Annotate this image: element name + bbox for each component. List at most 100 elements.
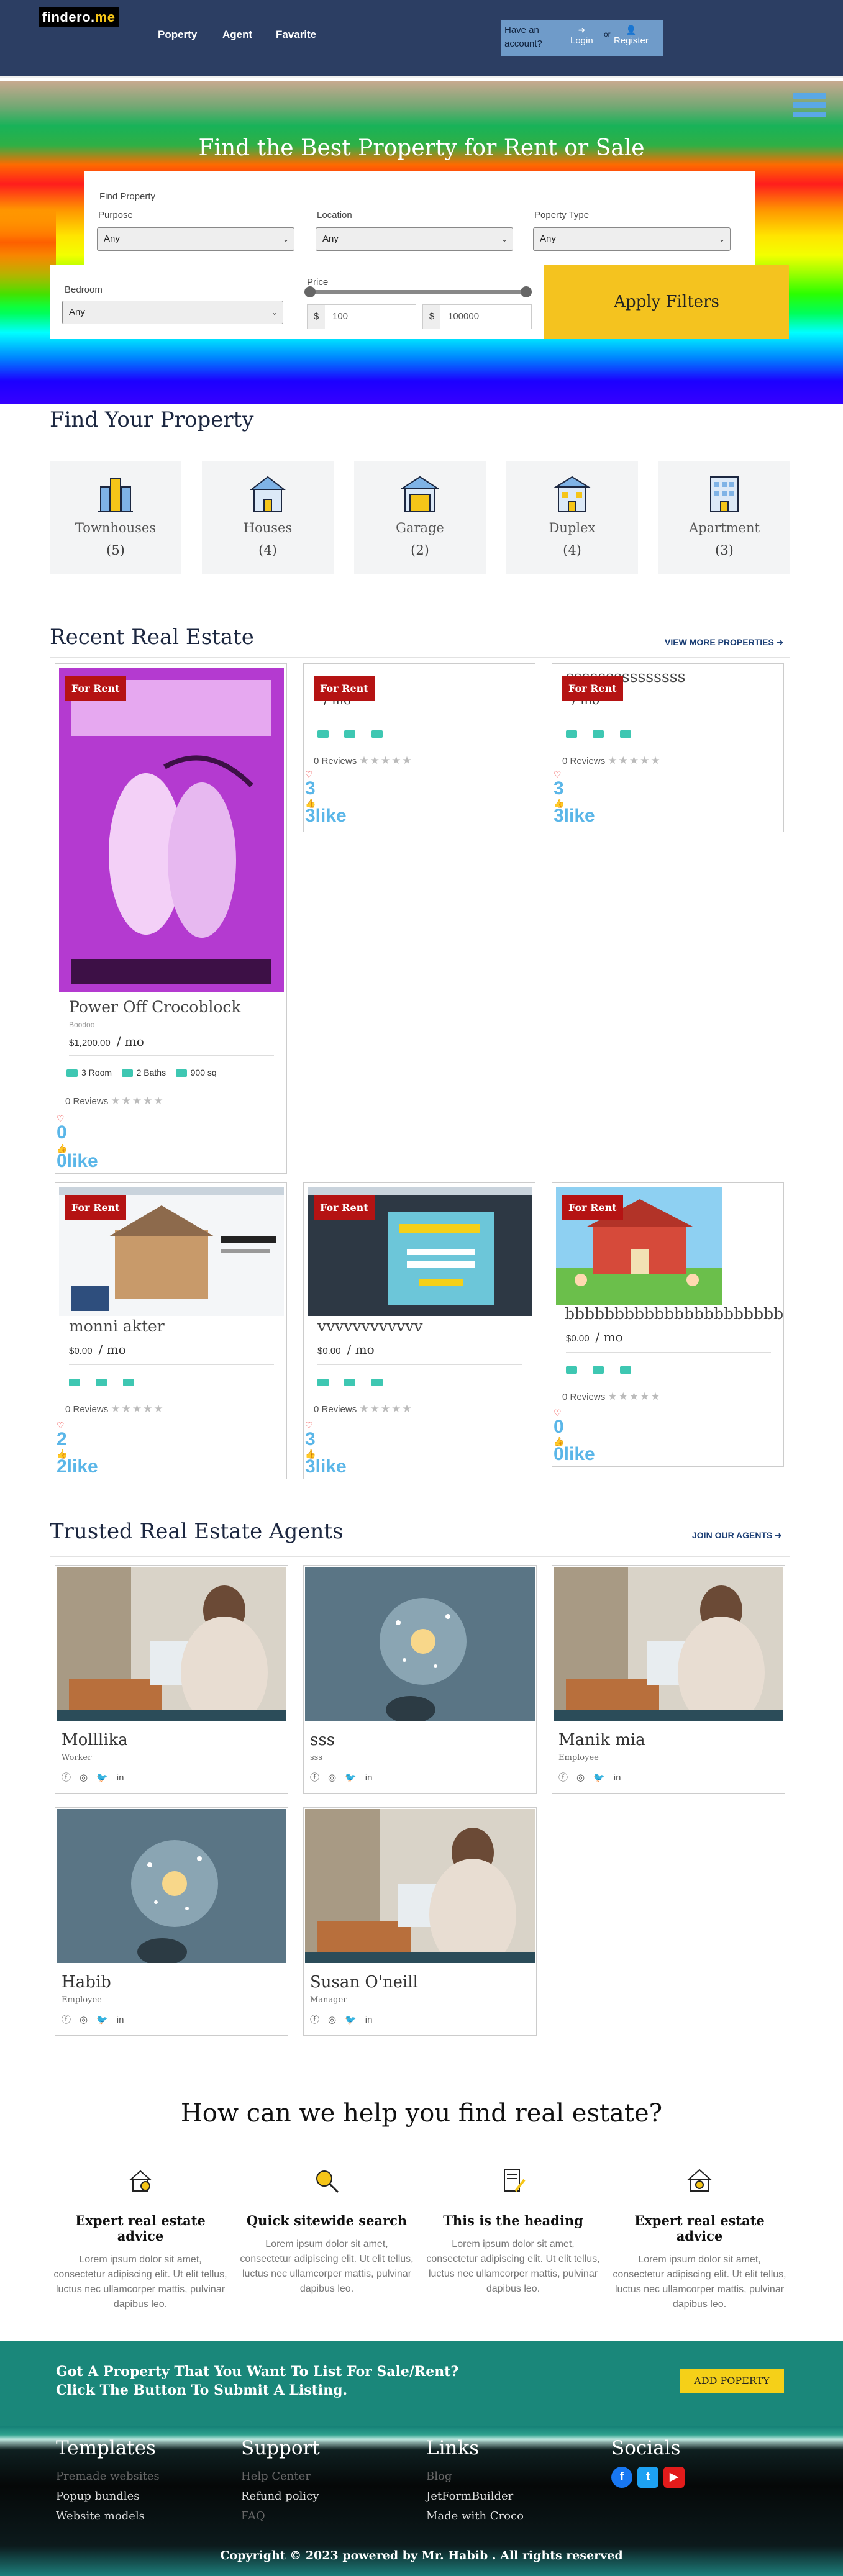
footer-link[interactable]: Popup bundles [56,2487,160,2506]
facebook-icon[interactable]: ⓕ [310,1771,319,1784]
hamburger-menu-icon[interactable] [793,93,826,128]
instagram-icon[interactable]: ◎ [328,1772,336,1783]
footer-heading: Links [426,2437,480,2459]
agent-card[interactable]: Molllika Worker ⓕ ◎ 🐦 in [55,1565,288,1794]
footer-link[interactable]: JetFormBuilder [426,2487,524,2506]
like-count: 2 [57,1429,67,1449]
property-card[interactable]: For Rent Power Off Crocoblock Boodoo $1,… [55,663,287,1174]
agent-card[interactable]: sss sss ⓕ ◎ 🐦 in [303,1565,537,1794]
login-button[interactable]: ➜ Login [570,25,593,46]
auth-box: Have an account? ➜ Login or 👤 Register [501,20,663,56]
likes-label: 2like [57,1456,98,1477]
category-apartment[interactable]: Apartment (3) [658,461,790,574]
category-duplex[interactable]: Duplex (4) [506,461,638,574]
property-price: $0.00/ mo [69,1342,126,1357]
instagram-icon[interactable]: ◎ [576,1772,585,1783]
youtube-icon[interactable]: ▶ [663,2467,685,2488]
twitter-icon[interactable]: t [637,2467,658,2488]
instagram-icon[interactable]: ◎ [80,1772,88,1783]
twitter-icon[interactable]: 🐦 [345,2014,357,2025]
linkedin-icon[interactable]: in [365,1772,373,1783]
apartment-icon [710,476,739,512]
property-features [69,1377,138,1387]
nav-poperty[interactable]: Poperty [158,29,197,41]
facebook-icon[interactable]: ⓕ [62,1771,71,1784]
footer-link[interactable]: Refund policy [241,2487,320,2506]
user-plus-icon: 👤 [626,25,637,35]
instagram-icon[interactable]: ◎ [80,2014,88,2025]
property-title[interactable]: monni akter [69,1317,165,1335]
for-rent-badge: For Rent [562,1195,623,1220]
price-range-slider[interactable] [304,286,532,297]
twitter-icon[interactable]: 🐦 [593,1772,605,1783]
join-our-agents-link[interactable]: JOIN OUR AGENTS ➜ [692,1530,782,1541]
agent-name[interactable]: Manik mia [558,1731,645,1749]
duplex-icon [554,476,591,512]
view-more-properties-link[interactable]: VIEW MORE PROPERTIES ➜ [665,637,783,648]
agent-card[interactable]: Manik mia Employee ⓕ ◎ 🐦 in [552,1565,785,1794]
property-features [566,1364,635,1374]
facebook-icon[interactable]: ⓕ [62,2013,71,2026]
instagram-icon[interactable]: ◎ [328,2014,336,2025]
property-title[interactable]: vvvvvvvvvvvv [317,1317,422,1335]
reviews: 0 Reviews ★★★★★ [65,1403,165,1415]
apply-filters-button[interactable]: Apply Filters [544,265,789,339]
price-min-handle[interactable] [304,286,316,297]
agent-card[interactable]: Susan O'neill Manager ⓕ ◎ 🐦 in [303,1807,537,2036]
location-select[interactable]: Any ⌄ [316,227,513,251]
linkedin-icon[interactable]: in [614,1772,621,1783]
like-count: 3 [554,778,564,799]
footer-link[interactable]: Made with Croco [426,2506,524,2526]
for-rent-badge: For Rent [314,676,375,701]
category-houses[interactable]: Houses (4) [202,461,334,574]
agent-name[interactable]: Molllika [62,1731,128,1749]
cta-text: Got A Property That You Want To List For… [56,2364,459,2398]
price-max-handle[interactable] [521,286,532,297]
agent-role: sss [310,1753,323,1762]
twitter-icon[interactable]: 🐦 [96,2014,108,2025]
twitter-icon[interactable]: 🐦 [345,1772,357,1783]
footer-link[interactable]: Blog [426,2467,524,2487]
linkedin-icon[interactable]: in [117,1772,124,1783]
purpose-select[interactable]: Any ⌄ [97,227,294,251]
register-button[interactable]: 👤 Register [614,25,649,46]
add-property-button[interactable]: ADD POPERTY [680,2369,784,2393]
agent-name[interactable]: Susan O'neill [310,1973,418,1992]
footer-link[interactable]: FAQ [241,2506,320,2526]
filter-panel: Find Property Purpose Any ⌄ Location Any ⌄… [84,171,755,265]
facebook-icon[interactable]: f [611,2467,632,2488]
property-title[interactable]: bbbbbbbbbbbbbbbbbbbbbb [565,1305,783,1323]
footer-link[interactable]: Premade websites [56,2467,160,2487]
property-card[interactable]: / mo For Rent 0 Reviews ★★★★★ ♡ 3 👍 3lik… [303,663,535,832]
property-card[interactable]: For Rent vvvvvvvvvvvv $0.00/ mo 0 Review… [303,1182,535,1479]
category-garage[interactable]: Garage (2) [354,461,486,574]
site-logo[interactable]: findero.me [39,7,119,27]
nav-favarite[interactable]: Favarite [276,29,316,41]
twitter-icon[interactable]: 🐦 [96,1772,108,1783]
category-townhouses[interactable]: Townhouses (5) [50,461,181,574]
property-type-select[interactable]: Any ⌄ [533,227,731,251]
property-card[interactable]: For Rent monni akter $0.00/ mo 0 Reviews… [55,1182,287,1479]
star-rating: ★★★★★ [608,1390,662,1402]
price-min-input[interactable]: $100 [307,304,416,329]
footer-link[interactable]: Website models [56,2506,160,2526]
divider [69,1364,274,1365]
facebook-icon[interactable]: ⓕ [310,2013,319,2026]
area-icon [175,1069,187,1077]
property-title[interactable]: Power Off Crocoblock [69,998,241,1016]
bedroom-select[interactable]: Any ⌄ [62,301,283,324]
bedroom-label: Bedroom [65,284,103,295]
linkedin-icon[interactable]: in [365,2015,373,2025]
agent-card[interactable]: Habib Employee ⓕ ◎ 🐦 in [55,1807,288,2036]
property-card[interactable]: sssssssssssssss / mo For Rent 0 Reviews … [552,663,784,832]
agent-name[interactable]: Habib [62,1973,111,1992]
chevron-down-icon: ⌄ [501,235,508,243]
facebook-icon[interactable]: ⓕ [558,1771,568,1784]
property-card[interactable]: For Rent bbbbbbbbbbbbbbbbbbbbbb $0.00/ m… [552,1182,784,1467]
footer-link[interactable]: Help Center [241,2467,320,2487]
nav-agent[interactable]: Agent [222,29,252,41]
price-max-input[interactable]: $100000 [422,304,532,329]
footer-heading: Support [241,2437,320,2459]
linkedin-icon[interactable]: in [117,2015,124,2025]
agent-name[interactable]: sss [310,1731,335,1749]
